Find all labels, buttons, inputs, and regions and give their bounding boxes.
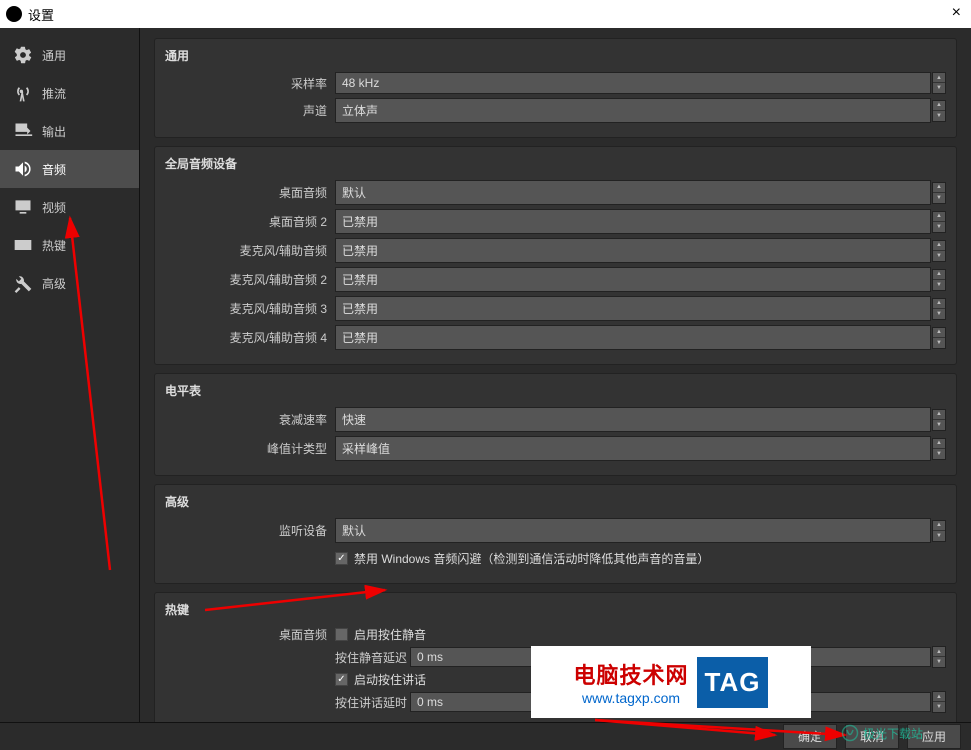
window-title: 设置 bbox=[28, 5, 54, 24]
ok-button[interactable]: 确定 bbox=[783, 724, 837, 749]
mic-aux-2-select[interactable]: 已禁用 bbox=[335, 267, 931, 292]
ducking-checkbox[interactable]: ✓ bbox=[335, 552, 348, 565]
output-icon bbox=[10, 120, 36, 142]
spinner-control[interactable]: ▲▼ bbox=[932, 100, 946, 122]
spinner-control[interactable]: ▲▼ bbox=[932, 182, 946, 204]
section-title: 热键 bbox=[165, 601, 946, 618]
sidebar: 通用 推流 输出 音频 视频 bbox=[0, 28, 140, 722]
sidebar-item-audio[interactable]: 音频 bbox=[0, 150, 139, 188]
monitor-device-select[interactable]: 默认 bbox=[335, 518, 931, 543]
spinner-control[interactable]: ▲▼ bbox=[932, 298, 946, 320]
sidebar-item-label: 通用 bbox=[42, 47, 66, 64]
sidebar-item-output[interactable]: 输出 bbox=[0, 112, 139, 150]
spinner-control[interactable]: ▲▼ bbox=[932, 409, 946, 431]
section-title: 通用 bbox=[165, 47, 946, 64]
sidebar-item-label: 热键 bbox=[42, 237, 66, 254]
sample-rate-label: 采样率 bbox=[165, 75, 335, 92]
close-button[interactable]: × bbox=[952, 4, 961, 22]
monitor-device-label: 监听设备 bbox=[165, 522, 335, 539]
ptt-delay-label: 按住讲话延时 bbox=[335, 694, 410, 711]
section-devices: 全局音频设备 桌面音频 默认 ▲▼ 桌面音频 2 已禁用 ▲▼ 麦克风/辅助音频… bbox=[154, 146, 957, 365]
main-area: 通用 推流 输出 音频 视频 bbox=[0, 28, 971, 722]
decay-rate-label: 衰减速率 bbox=[165, 411, 335, 428]
watermark-site-url: www.tagxp.com bbox=[582, 690, 680, 706]
sidebar-item-label: 推流 bbox=[42, 85, 66, 102]
mic-aux-3-label: 麦克风/辅助音频 3 bbox=[165, 300, 335, 317]
speaker-icon bbox=[10, 158, 36, 180]
keyboard-icon bbox=[10, 234, 36, 256]
section-advanced: 高级 监听设备 默认 ▲▼ ✓ 禁用 Windows 音频闪避（检测到通信活动时… bbox=[154, 484, 957, 584]
section-title: 全局音频设备 bbox=[165, 155, 946, 172]
mute-enable-label: 启用按住静音 bbox=[354, 626, 426, 643]
section-title: 电平表 bbox=[165, 382, 946, 399]
peak-meter-label: 峰值计类型 bbox=[165, 440, 335, 457]
channels-select[interactable]: 立体声 bbox=[335, 98, 931, 123]
ptt-enable-label: 启动按住讲话 bbox=[354, 671, 426, 688]
spinner-control[interactable]: ▲▼ bbox=[932, 691, 946, 713]
section-general: 通用 采样率 48 kHz ▲▼ 声道 立体声 ▲▼ bbox=[154, 38, 957, 138]
section-meters: 电平表 衰减速率 快速 ▲▼ 峰值计类型 采样峰值 ▲▼ bbox=[154, 373, 957, 476]
mute-enable-checkbox[interactable] bbox=[335, 628, 348, 641]
mic-aux-3-select[interactable]: 已禁用 bbox=[335, 296, 931, 321]
footer-buttons: 确定 取消 应用 bbox=[0, 722, 971, 750]
tools-icon bbox=[10, 272, 36, 294]
spinner-control[interactable]: ▲▼ bbox=[932, 269, 946, 291]
app-icon bbox=[6, 6, 22, 22]
sidebar-item-video[interactable]: 视频 bbox=[0, 188, 139, 226]
sidebar-item-label: 视频 bbox=[42, 199, 66, 216]
ducking-label: 禁用 Windows 音频闪避（检测到通信活动时降低其他声音的音量） bbox=[354, 550, 709, 567]
desktop-audio-select[interactable]: 默认 bbox=[335, 180, 931, 205]
antenna-icon bbox=[10, 82, 36, 104]
content-panel: 通用 采样率 48 kHz ▲▼ 声道 立体声 ▲▼ 全局音频设备 桌面音频 bbox=[140, 28, 971, 722]
spinner-control[interactable]: ▲▼ bbox=[932, 327, 946, 349]
monitor-icon bbox=[10, 196, 36, 218]
mic-aux-label: 麦克风/辅助音频 bbox=[165, 242, 335, 259]
sidebar-item-advanced[interactable]: 高级 bbox=[0, 264, 139, 302]
hotkey-source-label: 桌面音频 bbox=[165, 626, 335, 643]
mic-aux-2-label: 麦克风/辅助音频 2 bbox=[165, 271, 335, 288]
sidebar-item-hotkeys[interactable]: 热键 bbox=[0, 226, 139, 264]
sample-rate-select[interactable]: 48 kHz bbox=[335, 72, 931, 94]
desktop-audio-label: 桌面音频 bbox=[165, 184, 335, 201]
ptt-enable-checkbox[interactable]: ✓ bbox=[335, 673, 348, 686]
mic-aux-select[interactable]: 已禁用 bbox=[335, 238, 931, 263]
sidebar-item-stream[interactable]: 推流 bbox=[0, 74, 139, 112]
spinner-control[interactable]: ▲▼ bbox=[932, 211, 946, 233]
sidebar-item-general[interactable]: 通用 bbox=[0, 36, 139, 74]
spinner-control[interactable]: ▲▼ bbox=[932, 438, 946, 460]
title-bar: 设置 × bbox=[0, 0, 971, 28]
peak-meter-select[interactable]: 采样峰值 bbox=[335, 436, 931, 461]
gear-icon bbox=[10, 44, 36, 66]
mic-aux-4-select[interactable]: 已禁用 bbox=[335, 325, 931, 350]
watermark-site-name: 电脑技术网 bbox=[574, 658, 689, 690]
sidebar-item-label: 高级 bbox=[42, 275, 66, 292]
decay-rate-select[interactable]: 快速 bbox=[335, 407, 931, 432]
watermark-tag: TAG bbox=[697, 657, 769, 708]
desktop-audio-2-label: 桌面音频 2 bbox=[165, 213, 335, 230]
desktop-audio-2-select[interactable]: 已禁用 bbox=[335, 209, 931, 234]
sidebar-item-label: 音频 bbox=[42, 161, 66, 178]
spinner-control[interactable]: ▲▼ bbox=[932, 520, 946, 542]
sidebar-item-label: 输出 bbox=[42, 123, 66, 140]
section-title: 高级 bbox=[165, 493, 946, 510]
mic-aux-4-label: 麦克风/辅助音频 4 bbox=[165, 329, 335, 346]
watermark-overlay: 电脑技术网 www.tagxp.com TAG bbox=[531, 646, 811, 718]
spinner-control[interactable]: ▲▼ bbox=[932, 240, 946, 262]
mute-delay-label: 按住静音延迟 bbox=[335, 649, 410, 666]
spinner-control[interactable]: ▲▼ bbox=[932, 72, 946, 94]
spinner-control[interactable]: ▲▼ bbox=[932, 646, 946, 668]
corner-watermark: 极光下载站 bbox=[841, 724, 923, 742]
channels-label: 声道 bbox=[165, 102, 335, 119]
